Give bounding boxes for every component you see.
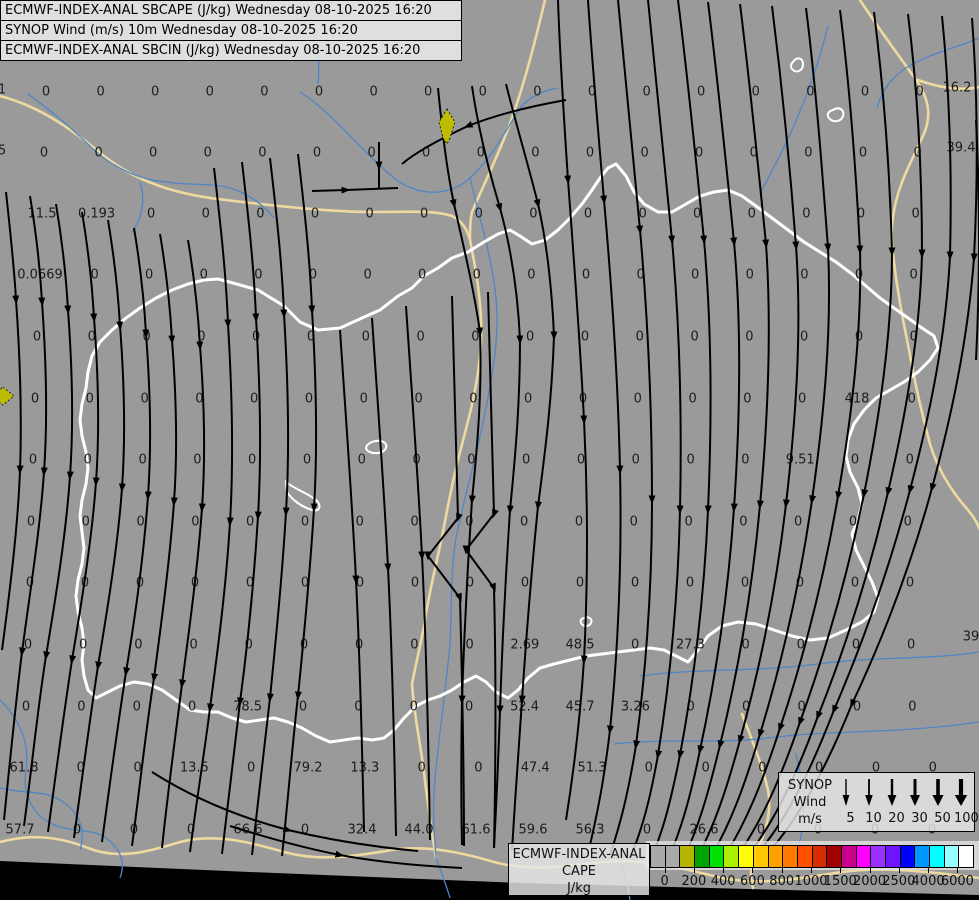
cape-tick bbox=[752, 867, 753, 873]
cape-color-cell bbox=[680, 846, 695, 867]
synop-legend-units: m/s bbox=[781, 811, 839, 828]
cape-color-cell bbox=[827, 846, 842, 867]
synop-arrow-item: 20 bbox=[885, 775, 908, 831]
synop-legend-title: SYNOP bbox=[781, 777, 839, 794]
cape-color-cell bbox=[813, 846, 828, 867]
title-line-sbcape: ECMWF-INDEX-ANAL SBCAPE (J/kg) Wednesday… bbox=[1, 1, 461, 20]
cape-tick-label: 4000 bbox=[912, 874, 945, 889]
cape-tick-label: 2500 bbox=[882, 874, 915, 889]
cape-tick bbox=[811, 867, 812, 873]
wind-arrow-icon bbox=[931, 777, 945, 807]
synop-speed-label: 100 bbox=[954, 811, 977, 826]
cape-tick-label: 2000 bbox=[853, 874, 886, 889]
cape-color-cell bbox=[754, 846, 769, 867]
wind-arrow-icon bbox=[908, 777, 922, 807]
streamlines-layer bbox=[0, 0, 979, 900]
cape-tick bbox=[665, 867, 666, 873]
synop-arrow-item: 50 bbox=[931, 775, 954, 831]
cape-tick-label: 800 bbox=[769, 874, 794, 889]
synop-speed-label: 20 bbox=[885, 811, 908, 826]
cape-color-bar bbox=[650, 845, 974, 868]
wind-arrow-icon bbox=[839, 777, 853, 807]
synop-arrow-item: 100 bbox=[954, 775, 977, 831]
cape-legend-title-box: ECMWF-INDEX-ANAL CAPE J/kg bbox=[508, 843, 650, 896]
cape-color-cell bbox=[886, 846, 901, 867]
cape-color-cell bbox=[695, 846, 710, 867]
cape-tick bbox=[694, 867, 695, 873]
cape-tick bbox=[840, 867, 841, 873]
cape-tick bbox=[723, 867, 724, 873]
cape-color-cell bbox=[945, 846, 960, 867]
cape-tick bbox=[957, 867, 958, 873]
cape-color-cell bbox=[842, 846, 857, 867]
cape-tick-label: 400 bbox=[711, 874, 736, 889]
cape-tick bbox=[870, 867, 871, 873]
wind-arrow-icon bbox=[885, 777, 899, 807]
cape-tick-label: 1500 bbox=[824, 874, 857, 889]
cape-color-cell bbox=[857, 846, 872, 867]
cape-color-cell bbox=[724, 846, 739, 867]
cape-color-cell bbox=[651, 846, 666, 867]
cape-color-cell bbox=[739, 846, 754, 867]
cape-color-cell bbox=[915, 846, 930, 867]
cape-station-marker bbox=[0, 387, 14, 405]
title-line-sbcin: ECMWF-INDEX-ANAL SBCIN (J/kg) Wednesday … bbox=[1, 40, 461, 60]
cape-color-cell bbox=[901, 846, 916, 867]
cape-legend-model: ECMWF-INDEX-ANAL bbox=[509, 846, 649, 863]
station-markers bbox=[0, 109, 455, 405]
cape-color-cell bbox=[871, 846, 886, 867]
title-legend: ECMWF-INDEX-ANAL SBCAPE (J/kg) Wednesday… bbox=[0, 0, 462, 61]
cape-tick-label: 600 bbox=[740, 874, 765, 889]
wind-arrow-icon bbox=[954, 777, 968, 807]
cape-tick bbox=[782, 867, 783, 873]
synop-speed-label: 30 bbox=[908, 811, 931, 826]
cape-color-bar-ticks: 0 200 400 600 800100015002000250040006000 bbox=[650, 867, 972, 900]
cape-color-cell bbox=[783, 846, 798, 867]
cape-tick bbox=[928, 867, 929, 873]
title-line-synop-wind: SYNOP Wind (m/s) 10m Wednesday 08-10-202… bbox=[1, 20, 461, 40]
cape-tick-label: 0 bbox=[660, 874, 668, 889]
cape-tick-label: 6000 bbox=[941, 874, 974, 889]
wind-arrow-icon bbox=[862, 777, 876, 807]
synop-arrow-item: 30 bbox=[908, 775, 931, 831]
cape-color-cell bbox=[798, 846, 813, 867]
cape-color-cell bbox=[959, 846, 973, 867]
synop-arrow-item: 5 bbox=[839, 775, 862, 831]
cape-tick bbox=[899, 867, 900, 873]
synop-speed-label: 10 bbox=[862, 811, 885, 826]
synop-wind-legend: SYNOP Wind m/s 510203050100 bbox=[778, 772, 975, 832]
weather-map-screenshot: 000000000000000000000000000000000011.50.… bbox=[0, 0, 979, 900]
cape-tick-label: 200 bbox=[681, 874, 706, 889]
cape-legend-units: J/kg bbox=[509, 880, 649, 897]
synop-arrow-item: 10 bbox=[862, 775, 885, 831]
synop-arrow-scale: 510203050100 bbox=[839, 775, 977, 831]
cape-legend-param: CAPE bbox=[509, 863, 649, 880]
synop-speed-label: 5 bbox=[839, 811, 862, 826]
cape-color-cell bbox=[666, 846, 681, 867]
synop-speed-label: 50 bbox=[931, 811, 954, 826]
cape-color-cell bbox=[710, 846, 725, 867]
cape-color-cell bbox=[930, 846, 945, 867]
cape-color-cell bbox=[769, 846, 784, 867]
cape-tick-label: 1000 bbox=[794, 874, 827, 889]
synop-legend-labels: SYNOP Wind m/s bbox=[781, 777, 839, 828]
synop-legend-wind-label: Wind bbox=[781, 794, 839, 811]
